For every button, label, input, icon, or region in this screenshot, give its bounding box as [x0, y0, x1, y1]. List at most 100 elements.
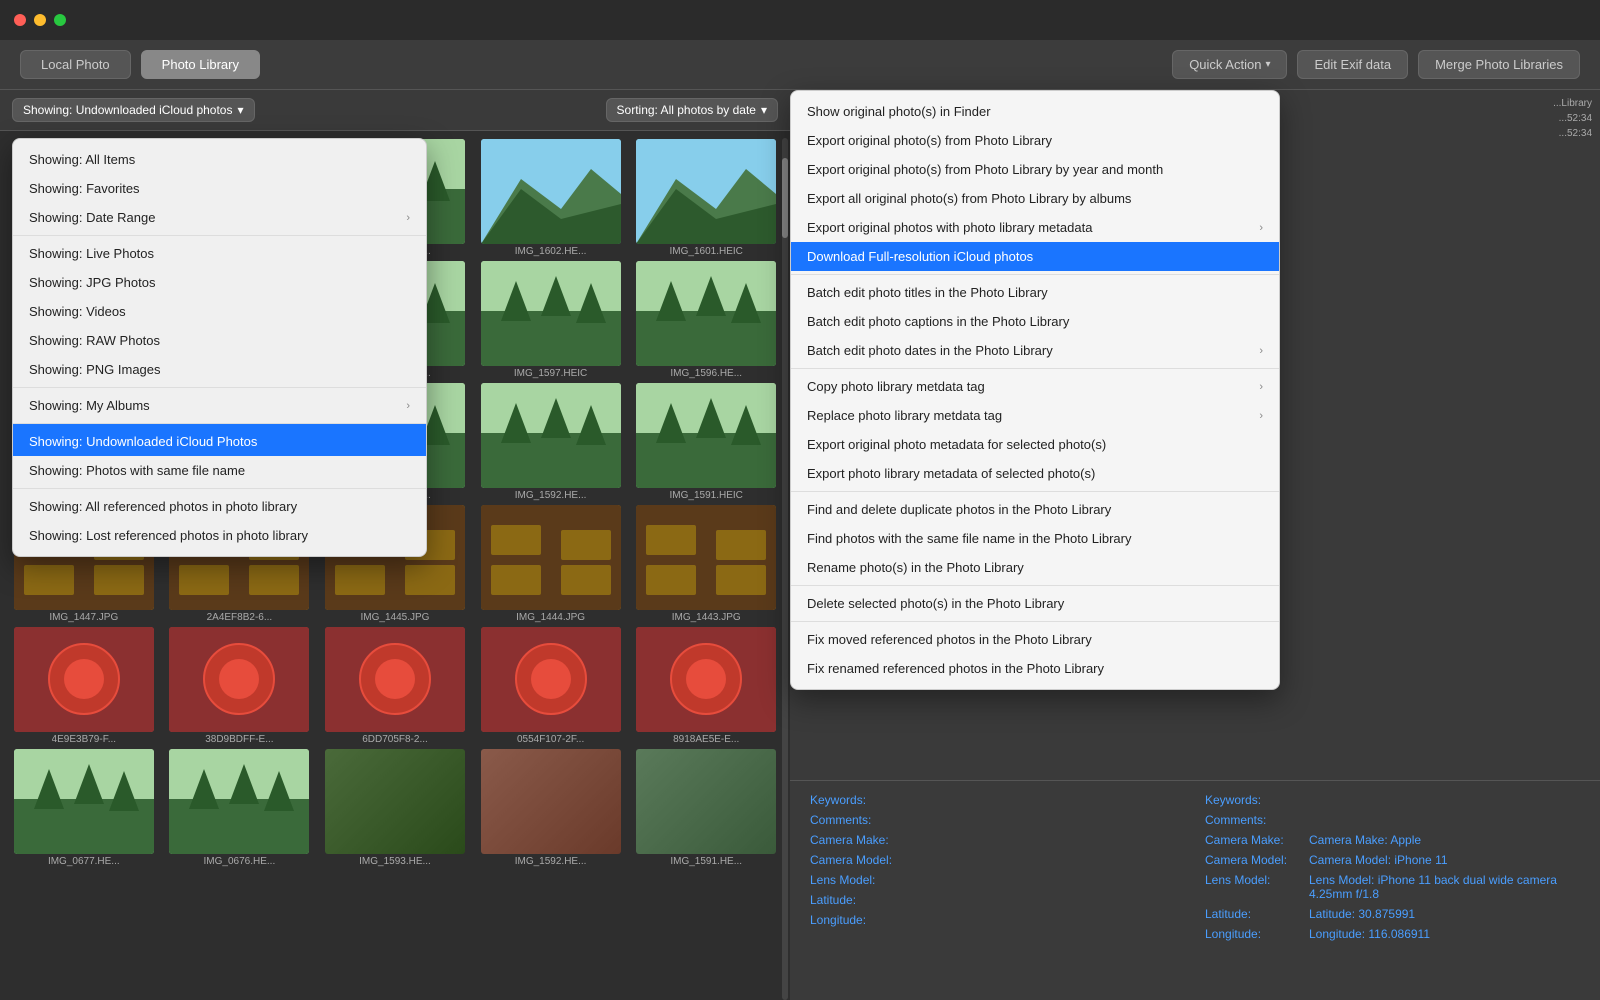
meta-value: Longitude: 116.086911 [1309, 927, 1430, 941]
dropdown-item[interactable]: Showing: All Items [13, 145, 426, 174]
showing-dropdown-menu: Showing: All ItemsShowing: FavoritesShow… [12, 138, 427, 557]
quick-action-item-label: Batch edit photo titles in the Photo Lib… [807, 285, 1048, 300]
meta-label: Camera Model: [1205, 853, 1305, 867]
quick-action-item[interactable]: Export original photos with photo librar… [791, 213, 1279, 242]
photo-cell[interactable]: IMG_1597.HEIC [475, 261, 627, 379]
meta-label: Comments: [810, 813, 910, 827]
photo-thumbnail [14, 627, 154, 732]
photo-cell[interactable]: IMG_1591.HE... [630, 749, 782, 867]
photo-thumbnail [481, 749, 621, 854]
quick-action-item[interactable]: Replace photo library metdata tag› [791, 401, 1279, 430]
quick-action-item-label: Delete selected photo(s) in the Photo Li… [807, 596, 1064, 611]
quick-action-item[interactable]: Rename photo(s) in the Photo Library [791, 553, 1279, 582]
meta-label: Lens Model: [810, 873, 910, 887]
photo-cell[interactable]: IMG_1592.HE... [475, 383, 627, 501]
quick-action-item[interactable]: Find and delete duplicate photos in the … [791, 491, 1279, 524]
photo-cell[interactable]: IMG_1601.HEIC [630, 139, 782, 257]
quick-action-item[interactable]: Export original photo(s) from Photo Libr… [791, 126, 1279, 155]
photo-cell[interactable]: IMG_1592.HE... [475, 749, 627, 867]
photo-label: IMG_0677.HE... [48, 856, 120, 867]
dropdown-item[interactable]: Showing: My Albums› [13, 387, 426, 420]
photo-thumbnail [169, 749, 309, 854]
chevron-right-icon: › [406, 400, 410, 412]
photo-thumbnail [481, 139, 621, 244]
local-photo-tab[interactable]: Local Photo [20, 50, 131, 79]
meta-label: Longitude: [810, 913, 910, 927]
quick-action-item[interactable]: Find photos with the same file name in t… [791, 524, 1279, 553]
photo-thumbnail [481, 505, 621, 610]
photo-label: IMG_1591.HEIC [670, 490, 743, 501]
quick-action-item[interactable]: Export original photo(s) from Photo Libr… [791, 155, 1279, 184]
quick-action-item[interactable]: Fix renamed referenced photos in the Pho… [791, 654, 1279, 683]
quick-action-item[interactable]: Export all original photo(s) from Photo … [791, 184, 1279, 213]
photo-cell[interactable]: IMG_0676.HE... [164, 749, 316, 867]
right-panel-photos: ...Library ...52:34 ...52:34 [1480, 90, 1600, 147]
photo-cell[interactable]: 0554F107-2F... [475, 627, 627, 745]
quick-action-item[interactable]: Batch edit photo dates in the Photo Libr… [791, 336, 1279, 365]
close-button[interactable] [14, 14, 26, 26]
quick-action-item[interactable]: Batch edit photo titles in the Photo Lib… [791, 274, 1279, 307]
dropdown-item[interactable]: Showing: Live Photos [13, 235, 426, 268]
dropdown-item[interactable]: Showing: Favorites [13, 174, 426, 203]
photo-thumbnail [636, 261, 776, 366]
quick-action-item-label: Fix moved referenced photos in the Photo… [807, 632, 1092, 647]
photo-thumbnail [325, 627, 465, 732]
meta-panel: Keywords:Comments:Camera Make:Camera Mod… [790, 780, 1600, 1000]
meta-row: Keywords: [810, 793, 1185, 807]
photo-cell[interactable]: IMG_1596.HE... [630, 261, 782, 379]
photo-cell[interactable]: IMG_1591.HEIC [630, 383, 782, 501]
quick-action-item[interactable]: Batch edit photo captions in the Photo L… [791, 307, 1279, 336]
photo-cell[interactable]: IMG_1593.HE... [319, 749, 471, 867]
photo-cell[interactable]: 8918AE5E-E... [630, 627, 782, 745]
quick-action-item[interactable]: Copy photo library metdata tag› [791, 368, 1279, 401]
quick-action-item-label: Rename photo(s) in the Photo Library [807, 560, 1024, 575]
photo-cell[interactable]: IMG_1602.HE... [475, 139, 627, 257]
quick-action-item[interactable]: Show original photo(s) in Finder [791, 97, 1279, 126]
quick-action-item-label: Find photos with the same file name in t… [807, 531, 1131, 546]
scrollbar-thumb[interactable] [782, 158, 788, 238]
meta-value: Camera Model: iPhone 11 [1309, 853, 1448, 867]
dropdown-item[interactable]: Showing: Undownloaded iCloud Photos [13, 423, 426, 456]
photo-cell[interactable]: IMG_0677.HE... [8, 749, 160, 867]
chevron-right-icon: › [406, 212, 410, 224]
photo-label: 2A4EF8B2-6... [207, 612, 273, 623]
photo-cell[interactable]: 4E9E3B79-F... [8, 627, 160, 745]
dropdown-item[interactable]: Showing: Lost referenced photos in photo… [13, 521, 426, 550]
main-area: Showing: Undownloaded iCloud photos ▾ So… [0, 90, 1600, 1000]
maximize-button[interactable] [54, 14, 66, 26]
dropdown-item[interactable]: Showing: JPG Photos [13, 268, 426, 297]
photo-label: IMG_1593.HE... [359, 856, 431, 867]
quick-action-item[interactable]: Export photo library metadata of selecte… [791, 459, 1279, 488]
meta-row: Comments: [1205, 813, 1580, 827]
photo-cell[interactable]: 38D9BDFF-E... [164, 627, 316, 745]
dropdown-item[interactable]: Showing: Photos with same file name [13, 456, 426, 485]
sorting-arrow-icon: ▾ [761, 103, 767, 117]
dropdown-item[interactable]: Showing: Date Range› [13, 203, 426, 232]
showing-label: Showing: Undownloaded iCloud photos [23, 103, 232, 117]
photo-cell[interactable]: 6DD705F8-2... [319, 627, 471, 745]
meta-value: Lens Model: iPhone 11 back dual wide cam… [1309, 873, 1580, 901]
photo-label: IMG_1602.HE... [515, 246, 587, 257]
photo-library-tab[interactable]: Photo Library [141, 50, 260, 79]
photo-thumbnail [636, 139, 776, 244]
meta-label: Keywords: [810, 793, 910, 807]
quick-action-item[interactable]: Fix moved referenced photos in the Photo… [791, 621, 1279, 654]
showing-dropdown-trigger[interactable]: Showing: Undownloaded iCloud photos ▾ [12, 98, 255, 122]
dropdown-item[interactable]: Showing: Videos [13, 297, 426, 326]
meta-row: Camera Model: [810, 853, 1185, 867]
quick-action-item[interactable]: Export original photo metadata for selec… [791, 430, 1279, 459]
quick-action-item[interactable]: Delete selected photo(s) in the Photo Li… [791, 585, 1279, 618]
quick-action-button[interactable]: Quick Action ▾ [1172, 50, 1287, 79]
edit-exif-button[interactable]: Edit Exif data [1297, 50, 1408, 79]
dropdown-item[interactable]: Showing: RAW Photos [13, 326, 426, 355]
dropdown-item[interactable]: Showing: All referenced photos in photo … [13, 488, 426, 521]
merge-libraries-button[interactable]: Merge Photo Libraries [1418, 50, 1580, 79]
photo-thumbnail [636, 627, 776, 732]
quick-action-item[interactable]: Download Full-resolution iCloud photos [791, 242, 1279, 271]
sorting-dropdown-trigger[interactable]: Sorting: All photos by date ▾ [606, 98, 778, 122]
photo-cell[interactable]: IMG_1444.JPG [475, 505, 627, 623]
photo-thumbnail [636, 383, 776, 488]
dropdown-item[interactable]: Showing: PNG Images [13, 355, 426, 384]
photo-cell[interactable]: IMG_1443.JPG [630, 505, 782, 623]
minimize-button[interactable] [34, 14, 46, 26]
